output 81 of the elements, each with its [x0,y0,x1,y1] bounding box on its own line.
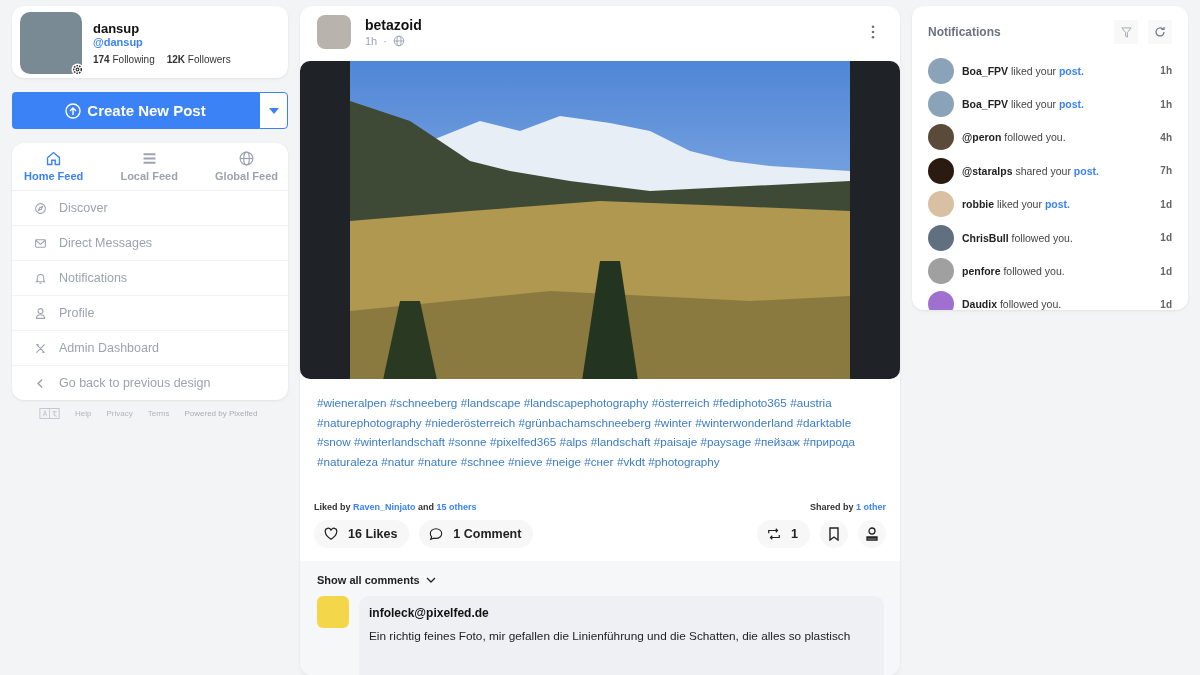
followers-count[interactable]: 12K Followers [166,54,231,65]
others-link[interactable]: 15 others [436,502,477,512]
shared-link[interactable]: 1 other [856,502,886,512]
user-avatar[interactable] [928,157,954,184]
profile-handle[interactable]: @dansup [93,36,231,48]
notifications-title: Notifications [928,25,1002,39]
nav-item[interactable]: Direct Messages [12,226,288,261]
notification-time: 1d [1160,265,1172,277]
photo-placeholder[interactable] [350,61,850,379]
following-count[interactable]: 174 Following [93,54,155,65]
tools-icon [34,341,47,355]
bell-icon [34,271,47,285]
separator-dot: · [383,35,387,47]
share-button[interactable]: 1 [757,520,810,548]
heart-icon [324,527,338,541]
more-options-icon[interactable] [871,25,875,39]
notification-time: 1d [1160,232,1172,244]
caret-icon [268,107,279,114]
chevron-down-icon [425,577,436,583]
comment-author[interactable]: infoleck@pixelfed.de [369,606,489,620]
post-link[interactable]: post. [1058,98,1084,111]
notification-text: ChrisBull followed you. [962,231,1074,244]
comment-text: Ein richtig feines Foto, mir gefallen die Linienführung und die Schatten, die alles so plastisch [369,629,852,643]
person-icon [34,306,47,320]
notification-time: 1d [1160,198,1172,210]
notification-text: Boa_FPV liked your post. [962,64,1085,77]
show-comments-button[interactable]: Show all comments [317,574,436,586]
notification-text: robbie liked your post. [962,198,1071,211]
notification-text: @peron followed you. [962,131,1067,144]
profile-name: dansup [93,21,141,36]
nav-item[interactable]: Go back to previous design [12,366,288,400]
globe-icon [392,35,405,47]
settings-icon[interactable] [71,63,84,76]
feed-tab[interactable]: Local Feed [120,150,178,182]
notification-time: 7h [1160,165,1172,177]
liked-by-text: Liked by Raven_Ninjato and 15 others [314,502,477,512]
nav-item[interactable]: Discover [12,191,288,226]
dropdown-button[interactable] [259,92,288,129]
nav-item[interactable]: Admin Dashboard [12,331,288,366]
author-name[interactable]: betazoid [365,17,861,33]
bookmark-icon [828,527,840,541]
feed-tab[interactable]: Home Feed [24,150,84,182]
footer-link[interactable]: Help [75,409,92,418]
upload-icon [65,102,82,119]
like-button[interactable]: 16 Likes [314,520,410,548]
nav-item[interactable]: Notifications [12,261,288,296]
notification-text: Daudix followed you. [962,298,1063,310]
person-icon [866,527,878,541]
footer-link[interactable]: Privacy [106,409,133,418]
post-time[interactable]: 1h [365,35,378,47]
notification-text: penfore followed you. [962,265,1066,278]
post-link[interactable]: post. [1058,64,1084,77]
comment-button[interactable]: 1 Comment [419,520,534,548]
notification-time: 1h [1160,98,1172,110]
home-icon [45,150,63,167]
footer-link[interactable]: Powered by Pixelfed [184,409,258,418]
hashtags-text: #wieneralpen #schneeberg #landscape #landscapephotography #österreich #fediphoto365 #austria #naturephotography #niederösterreich #grünbachamschneeberg #winter #winterwonderland #darktable #snow #winterlandschaft #sonne #pixelfed365 #alps #landschaft #paisaje #paysage #пейзаж #природа #naturaleza #natur #nature #schnee #nieve #neige #снег #vkdt #photography [317,395,857,470]
notification-text: @staralps shared your post. [962,164,1100,177]
speech-bubble-icon [429,527,444,541]
author-avatar[interactable] [317,15,351,49]
refresh-button[interactable] [1148,20,1172,44]
globe-icon [238,150,255,167]
refresh-icon [1154,26,1166,38]
user-button[interactable] [858,520,886,548]
notification-time: 1d [1160,298,1172,310]
user-avatar[interactable] [928,124,954,151]
shared-by-text: Shared by 1 other [809,502,886,512]
notification-time: 4h [1160,131,1172,143]
post-link[interactable]: post. [1073,164,1099,177]
bookmark-button[interactable] [820,520,848,548]
nav-item[interactable]: Profile [12,296,288,331]
create-post-button[interactable]: Create New Post [12,92,259,129]
notification-text: Boa_FPV liked your post. [962,98,1085,111]
repost-icon [767,527,782,541]
compass-icon [34,201,47,215]
notification-time: 1h [1160,65,1172,77]
feed-tab[interactable]: Global Feed [215,150,278,182]
filter-icon [1120,26,1132,38]
mail-icon [34,236,47,250]
user-link[interactable]: Raven_Ninjato [353,502,416,512]
post-link[interactable]: post. [1044,198,1070,211]
